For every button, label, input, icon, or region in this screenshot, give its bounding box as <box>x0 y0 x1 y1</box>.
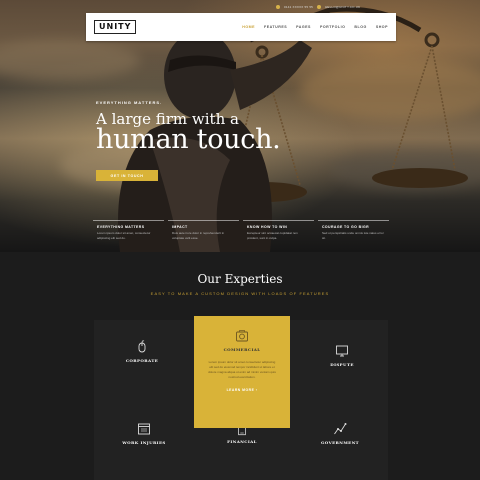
expertise-label: FINANCIAL <box>227 439 257 444</box>
expertise-label: DISPUTE <box>330 362 354 367</box>
nav-menu: HOME FEATURES PAGES PORTFOLIO BLOG SHOP <box>242 25 388 29</box>
mail-icon <box>317 5 322 9</box>
camera-icon <box>236 330 248 342</box>
main-navbar: UNITY HOME FEATURES PAGES PORTFOLIO BLOG… <box>86 13 396 41</box>
line-chart-icon <box>334 423 347 435</box>
expertise-work-injuries[interactable]: WORK INJURIES <box>96 422 192 480</box>
feature-text: Excepteur sint occaecat cupidatat non pr… <box>247 231 298 240</box>
hero-headline-line2: human touch. <box>96 124 281 155</box>
topbar-phone: 0141 XXXXX 55 55 <box>284 5 314 9</box>
nav-item-portfolio[interactable]: PORTFOLIO <box>320 25 345 29</box>
expertise-corporate[interactable]: CORPORATE <box>94 340 190 400</box>
expertise-label: WORK INJURIES <box>122 440 166 445</box>
monitor-icon <box>336 345 348 357</box>
feature-title: COURAGE TO GO BIGR <box>322 225 369 229</box>
site-logo[interactable]: UNITY <box>94 20 137 34</box>
learn-more-link[interactable]: LEARN MORE › <box>227 388 258 392</box>
expertise-description: Lorem ipsum dolor sit amet consectetur a… <box>208 360 276 379</box>
feature-text: Duis aute irure dolor in reprehenderit i… <box>172 231 225 240</box>
phone-icon <box>276 5 280 9</box>
get-in-touch-button[interactable]: GET IN TOUCH <box>96 170 158 181</box>
nav-item-shop[interactable]: SHOP <box>376 25 388 29</box>
feature-item[interactable]: KNOW HOW TO WIN Excepteur sint occaecat … <box>243 220 314 250</box>
hero-section: 0141 XXXXX 55 55 HELLO@UNITY.CO.UK UNITY… <box>0 0 480 252</box>
feature-text: Sed ut perspiciatis unde omnis iste natu… <box>322 231 384 240</box>
feature-title: IMPACT <box>172 225 188 229</box>
expertise-label: CORPORATE <box>125 358 159 363</box>
hero-eyebrow: EVERYTHING MATTERS. <box>96 100 163 105</box>
expertise-government[interactable]: GOVERNMENT <box>292 422 388 480</box>
nav-item-blog[interactable]: BLOG <box>354 25 366 29</box>
mouse-icon <box>138 340 146 353</box>
browser-window-icon <box>138 423 150 435</box>
expertise-dispute[interactable]: DISPUTE <box>294 344 390 404</box>
topbar-contact: 0141 XXXXX 55 55 HELLO@UNITY.CO.UK <box>276 3 360 11</box>
section-title: Our Experties <box>197 272 283 286</box>
feature-item[interactable]: IMPACT Duis aute irure dolor in reprehen… <box>168 220 239 250</box>
feature-text: Lorem ipsum dolor sit amet, consectetur … <box>97 231 151 240</box>
nav-item-features[interactable]: FEATURES <box>264 25 287 29</box>
expertise-label: GOVERNMENT <box>320 440 360 445</box>
feature-item[interactable]: COURAGE TO GO BIGR Sed ut perspiciatis u… <box>318 220 389 250</box>
feature-title: EVERYTHING MATTERS <box>97 225 145 229</box>
expertise-commercial-card[interactable]: COMMERCIAL Lorem ipsum dolor sit amet co… <box>194 316 290 428</box>
feature-item[interactable]: EVERYTHING MATTERS Lorem ipsum dolor sit… <box>93 220 164 250</box>
section-subtitle: EASY TO MAKE A CUSTOM DESIGN WITH LOADS … <box>150 291 330 296</box>
topbar-email: HELLO@UNITY.CO.UK <box>325 5 361 9</box>
expertise-label: COMMERCIAL <box>223 347 261 352</box>
expertise-financial[interactable]: FINANCIAL <box>194 424 290 480</box>
feature-title: KNOW HOW TO WIN <box>247 225 288 229</box>
features-strip: EVERYTHING MATTERS Lorem ipsum dolor sit… <box>93 220 389 250</box>
nav-item-pages[interactable]: PAGES <box>296 25 311 29</box>
nav-item-home[interactable]: HOME <box>242 25 255 29</box>
